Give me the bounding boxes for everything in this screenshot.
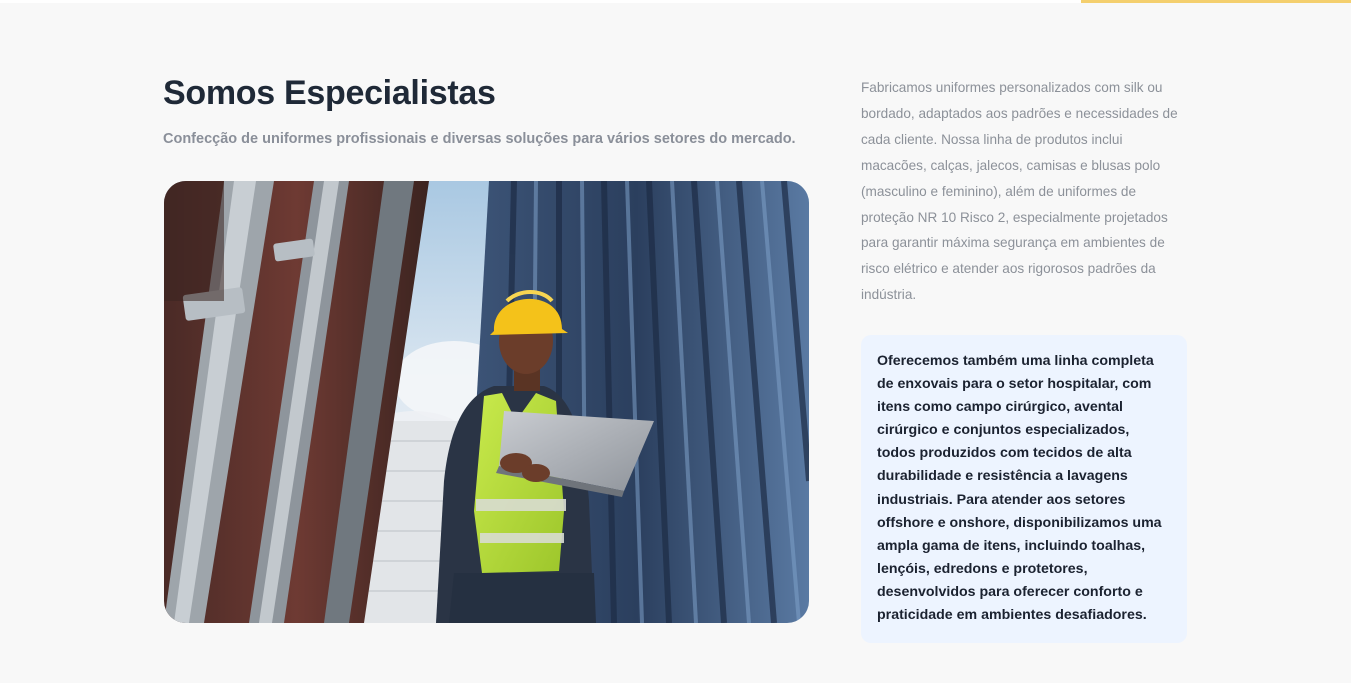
hero-image-worker-with-laptop bbox=[164, 181, 809, 623]
page: Somos Especialistas Confecção de uniform… bbox=[0, 0, 1351, 683]
section-title: Somos Especialistas bbox=[163, 74, 496, 112]
highlight-callout: Oferecemos também uma linha completa de … bbox=[861, 335, 1187, 643]
intro-paragraph: Fabricamos uniformes personalizados com … bbox=[861, 80, 1178, 303]
highlight-text: Oferecemos também uma linha completa de … bbox=[877, 353, 1162, 624]
top-accent-bar bbox=[1081, 0, 1351, 3]
section-subtitle: Confecção de uniformes profissionais e d… bbox=[163, 131, 796, 147]
